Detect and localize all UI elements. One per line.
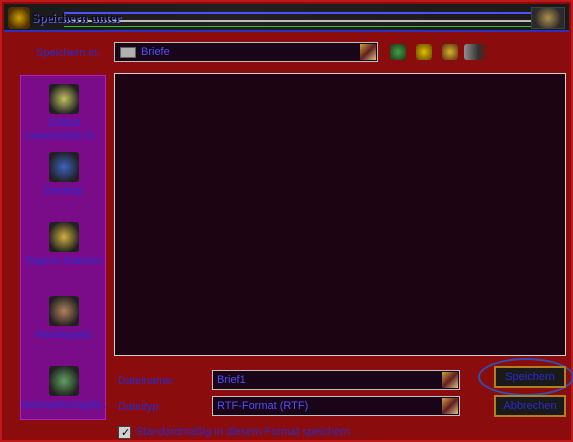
window-title: Speichern unter	[32, 10, 122, 25]
checkmark-icon: ✓	[121, 427, 131, 439]
place-recent[interactable]: Zuletzt verwendete D...	[21, 84, 107, 143]
filename-label: Dateiname:	[118, 375, 175, 387]
app-icon	[8, 7, 30, 29]
dropdown-arrow-icon[interactable]	[360, 44, 376, 60]
title-bar-stripe	[64, 26, 534, 27]
dropdown-arrow-icon[interactable]	[442, 372, 458, 388]
title-bar-stripe	[64, 12, 534, 14]
place-label: Netzwerkumgeb...	[21, 399, 107, 411]
place-desktop[interactable]: Desktop	[21, 152, 107, 198]
cancel-button[interactable]: Abbrechen	[494, 395, 566, 417]
dropdown-arrow-icon[interactable]	[442, 398, 458, 414]
place-label: Eigene Dateien	[26, 255, 102, 267]
folder-icon	[120, 47, 136, 58]
network-icon	[49, 366, 79, 396]
filetype-value: RTF-Format (RTF)	[217, 400, 309, 412]
filename-input[interactable]: Brief1	[212, 370, 460, 390]
recent-documents-icon	[49, 84, 79, 114]
filetype-label: Dateityp:	[118, 401, 162, 413]
place-my-documents[interactable]: Eigene Dateien	[21, 222, 107, 268]
title-bar[interactable]: Speichern unter	[4, 4, 569, 32]
save-in-dropdown[interactable]: Briefe	[114, 42, 378, 62]
save-button[interactable]: Speichern	[494, 366, 566, 388]
desktop-icon	[49, 152, 79, 182]
my-computer-icon	[49, 296, 79, 326]
default-format-label: Standardmäßig in diesem Format speichern	[136, 426, 350, 438]
up-folder-icon[interactable]	[416, 44, 432, 60]
save-as-dialog: Speichern unter Speichern in: Briefe Zul…	[0, 0, 573, 442]
save-in-value: Briefe	[141, 46, 170, 58]
file-list[interactable]	[114, 73, 566, 356]
filename-value: Brief1	[217, 374, 246, 386]
save-in-label: Speichern in:	[36, 47, 101, 59]
place-network[interactable]: Netzwerkumgeb...	[21, 366, 107, 412]
place-label: Arbeitsplatz	[35, 329, 93, 341]
view-menu-icon[interactable]	[464, 44, 488, 60]
default-format-checkbox[interactable]: ✓	[118, 426, 131, 439]
places-bar: Zuletzt verwendete D... Desktop Eigene D…	[20, 75, 107, 420]
place-my-computer[interactable]: Arbeitsplatz	[21, 296, 107, 342]
new-folder-icon[interactable]	[442, 44, 458, 60]
place-label: Desktop	[43, 185, 85, 197]
place-label: Zuletzt verwendete D...	[25, 117, 103, 142]
my-documents-icon	[49, 222, 79, 252]
back-icon[interactable]	[390, 44, 406, 60]
title-bar-stripe	[64, 20, 534, 22]
filetype-dropdown[interactable]: RTF-Format (RTF)	[212, 396, 460, 416]
help-close-icon[interactable]	[531, 7, 565, 29]
